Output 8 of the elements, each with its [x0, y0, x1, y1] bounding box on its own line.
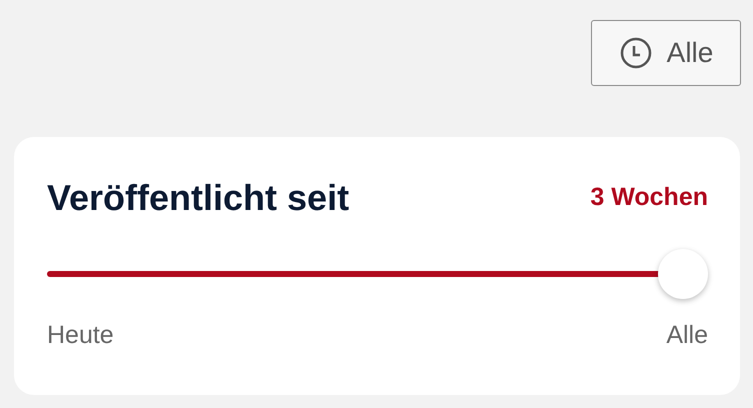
- slider-thumb[interactable]: [658, 249, 708, 299]
- clock-icon: [618, 36, 653, 70]
- min-label: Heute: [47, 320, 114, 351]
- filter-title: Veröffentlicht seit: [47, 176, 350, 220]
- slider[interactable]: [47, 247, 708, 301]
- all-filter-button[interactable]: Alle: [591, 20, 741, 86]
- slider-reading: 3 Wochen: [590, 182, 708, 214]
- max-label: Alle: [666, 320, 708, 351]
